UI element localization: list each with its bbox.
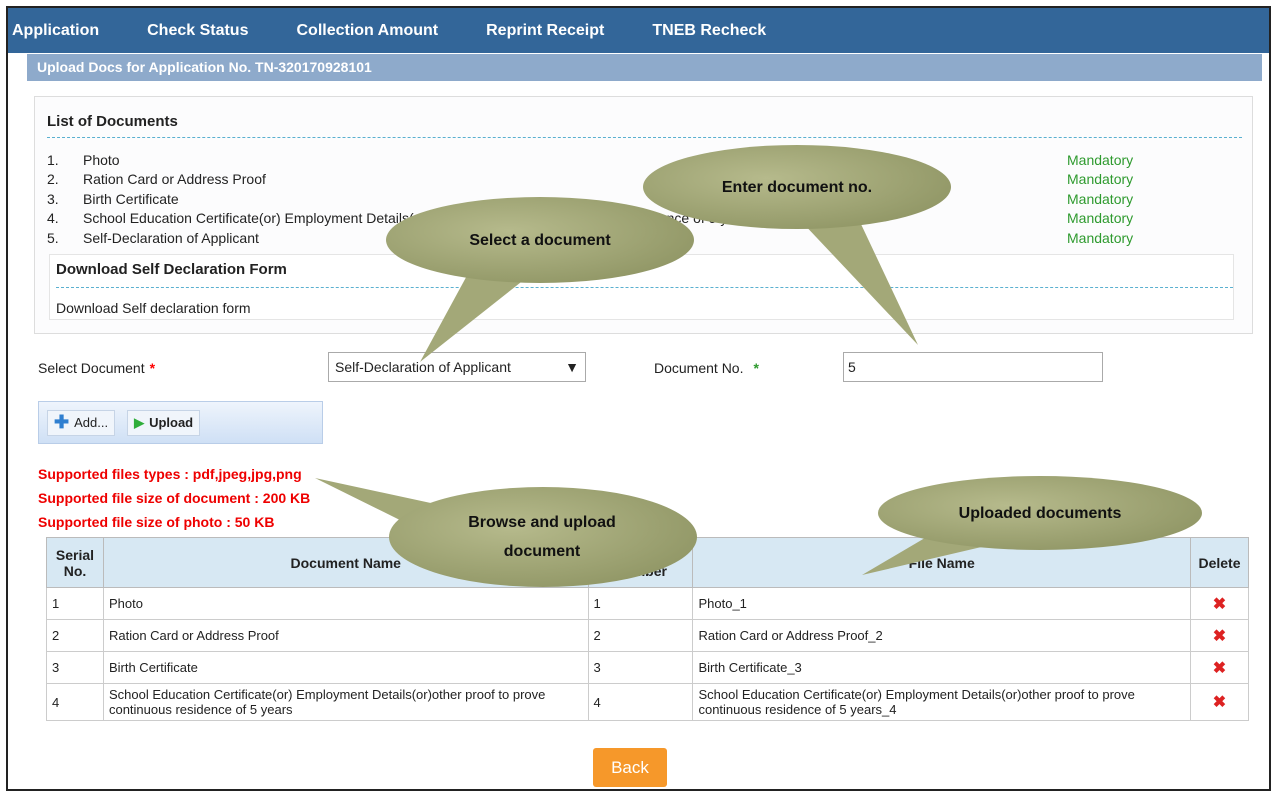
callout-browse-text: Browse and upload document xyxy=(468,514,616,560)
callout-select xyxy=(386,197,694,362)
callout-uploaded-text: Uploaded documents xyxy=(958,505,1122,522)
callout-select-text: Select a document xyxy=(469,232,611,249)
callout-enter-text: Enter document no. xyxy=(721,179,873,196)
callout-layer xyxy=(315,145,1202,587)
